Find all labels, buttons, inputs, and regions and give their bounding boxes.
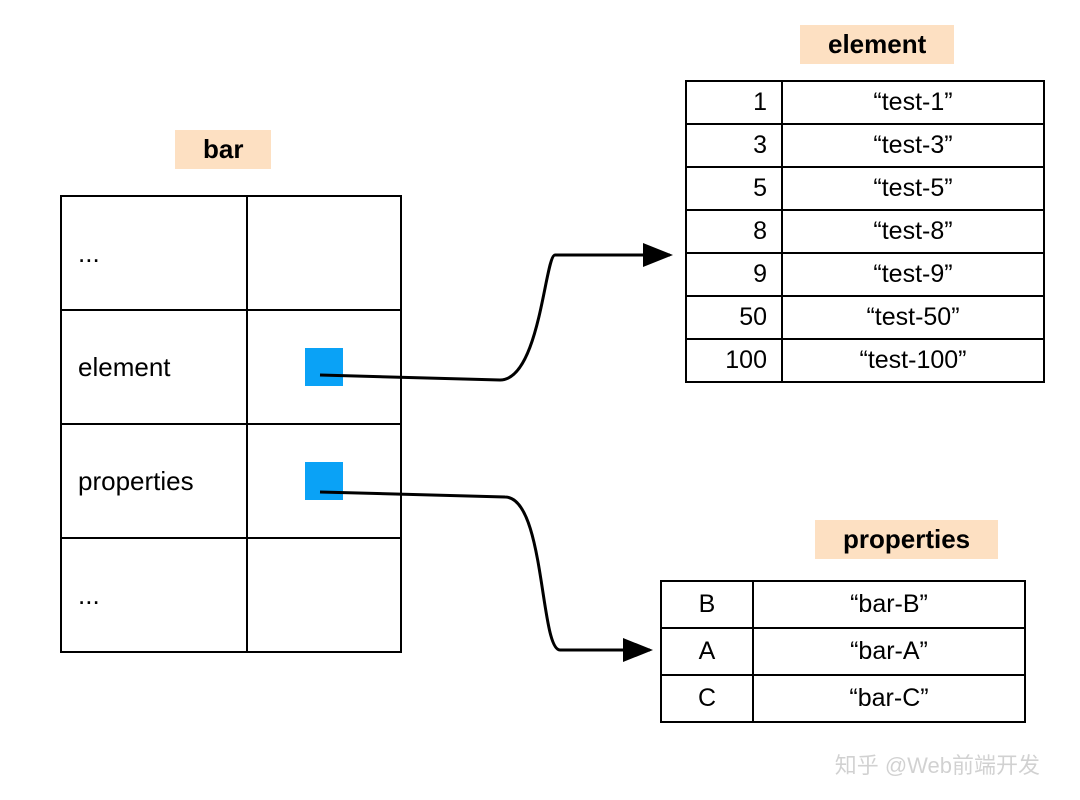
bar-row-val [247, 196, 401, 310]
properties-table: B“bar-B”A“bar-A”C“bar-C” [660, 580, 1026, 723]
element-tbody: 1“test-1”3“test-3”5“test-5”8“test-8”9“te… [686, 81, 1044, 382]
bar-row: ... [61, 196, 401, 310]
properties-label: properties [815, 520, 998, 559]
dict-value: “test-50” [782, 296, 1044, 339]
table-row: C“bar-C” [661, 675, 1025, 722]
dict-key: 3 [686, 124, 782, 167]
diagram-canvas: bar ... element properties ... element 1… [0, 0, 1080, 800]
bar-row-key: element [61, 310, 247, 424]
dict-value: “test-5” [782, 167, 1044, 210]
bar-row-val [247, 424, 401, 538]
bar-row-key: ... [61, 538, 247, 652]
bar-row-val [247, 538, 401, 652]
dict-key: B [661, 581, 753, 628]
dict-key: A [661, 628, 753, 675]
bar-table: ... element properties ... [60, 195, 402, 653]
table-row: A“bar-A” [661, 628, 1025, 675]
dict-value: “test-8” [782, 210, 1044, 253]
dict-key: 8 [686, 210, 782, 253]
element-label: element [800, 25, 954, 64]
pointer-icon [305, 462, 343, 500]
dict-value: “test-9” [782, 253, 1044, 296]
pointer-icon [305, 348, 343, 386]
table-row: B“bar-B” [661, 581, 1025, 628]
table-row: 1“test-1” [686, 81, 1044, 124]
bar-row: ... [61, 538, 401, 652]
bar-row: properties [61, 424, 401, 538]
dict-key: 9 [686, 253, 782, 296]
dict-key: 1 [686, 81, 782, 124]
dict-key: 100 [686, 339, 782, 382]
bar-row: element [61, 310, 401, 424]
watermark: 知乎 @Web前端开发 [835, 748, 1040, 780]
dict-key: C [661, 675, 753, 722]
bar-row-val [247, 310, 401, 424]
dict-value: “test-3” [782, 124, 1044, 167]
table-row: 8“test-8” [686, 210, 1044, 253]
table-row: 100“test-100” [686, 339, 1044, 382]
table-row: 50“test-50” [686, 296, 1044, 339]
table-row: 3“test-3” [686, 124, 1044, 167]
bar-row-key: ... [61, 196, 247, 310]
dict-value: “bar-C” [753, 675, 1025, 722]
properties-tbody: B“bar-B”A“bar-A”C“bar-C” [661, 581, 1025, 722]
dict-value: “bar-B” [753, 581, 1025, 628]
bar-label: bar [175, 130, 271, 169]
dict-key: 50 [686, 296, 782, 339]
dict-value: “test-100” [782, 339, 1044, 382]
table-row: 5“test-5” [686, 167, 1044, 210]
bar-row-key: properties [61, 424, 247, 538]
dict-value: “test-1” [782, 81, 1044, 124]
dict-value: “bar-A” [753, 628, 1025, 675]
dict-key: 5 [686, 167, 782, 210]
table-row: 9“test-9” [686, 253, 1044, 296]
element-table: 1“test-1”3“test-3”5“test-5”8“test-8”9“te… [685, 80, 1045, 383]
